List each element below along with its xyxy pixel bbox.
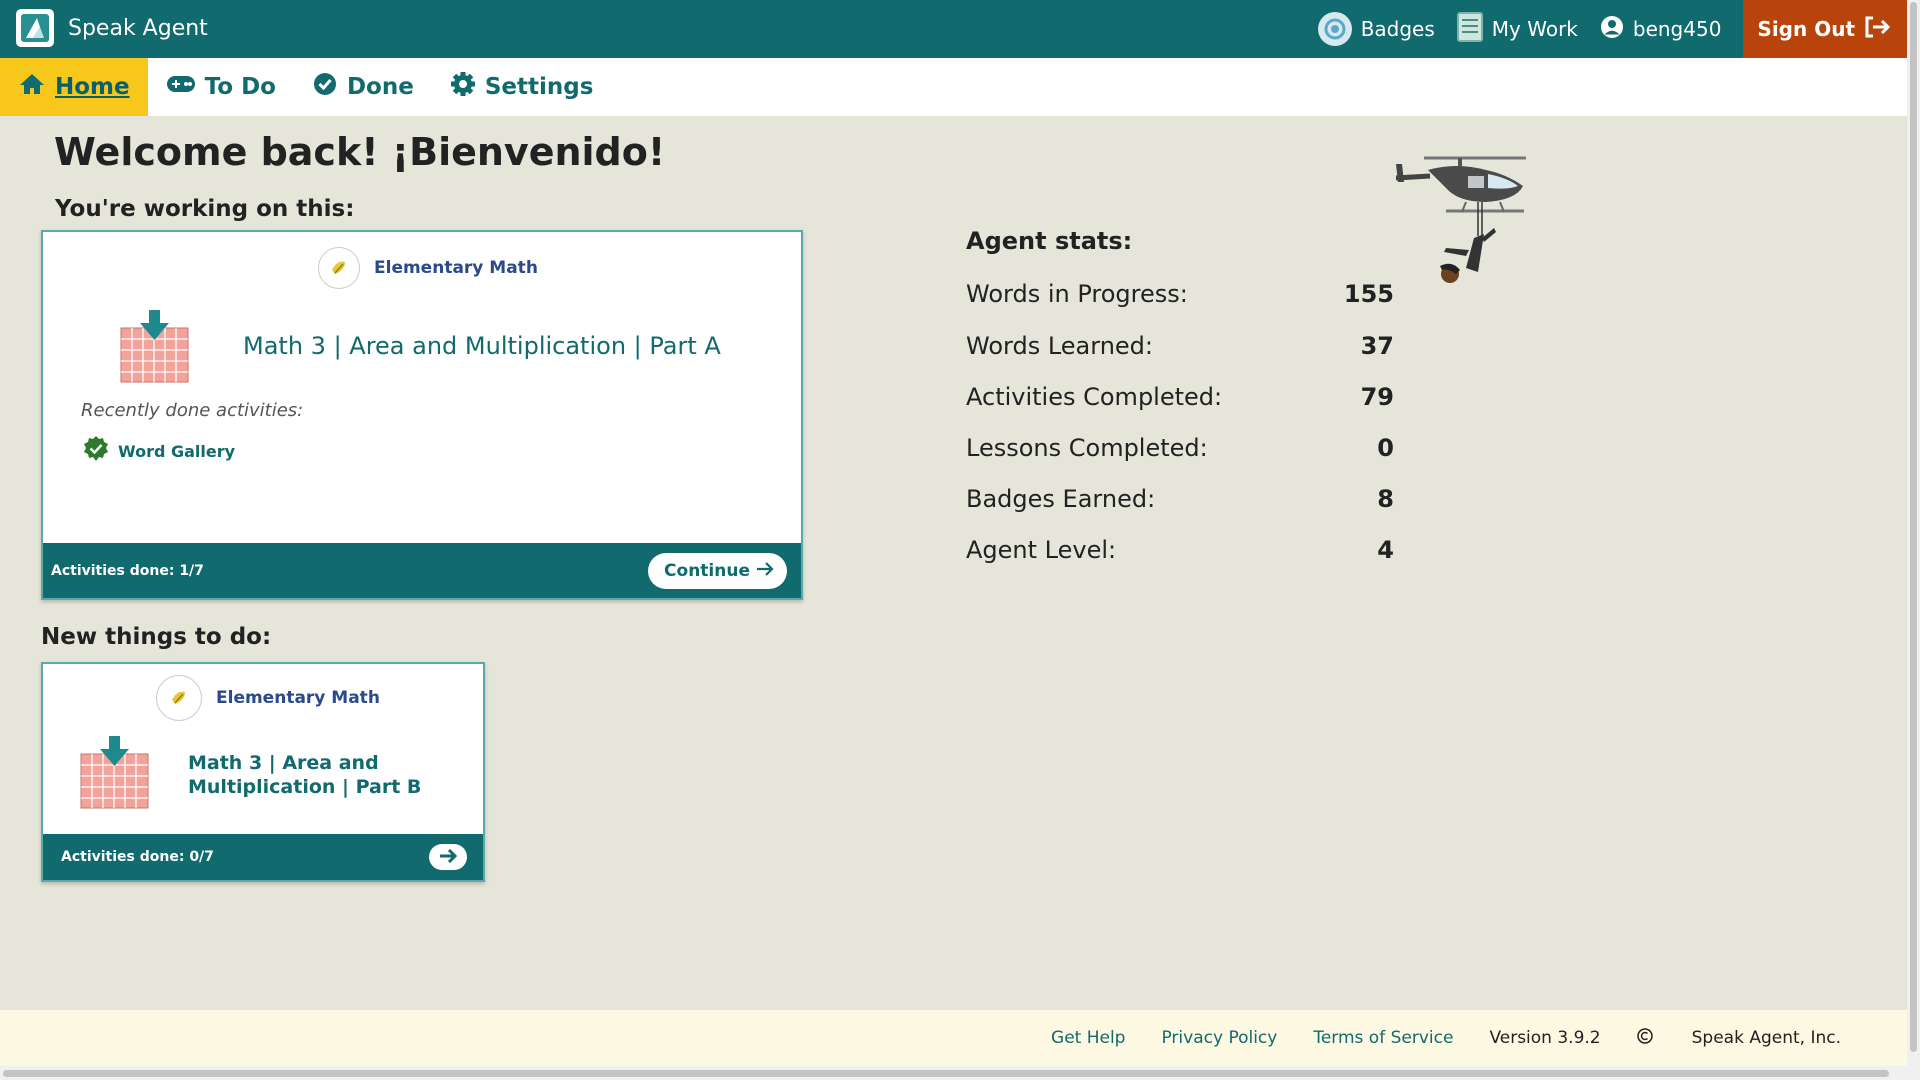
version-text: Version 3.9.2 <box>1489 1028 1601 1048</box>
horizontal-scrollbar[interactable] <box>0 1066 1920 1080</box>
math-subject-icon <box>156 675 202 721</box>
subject-header: Elementary Math <box>156 675 380 721</box>
stat-label: Badges Earned: <box>966 485 1156 513</box>
new-things-heading: New things to do: <box>41 624 272 650</box>
continue-button[interactable]: Continue <box>648 552 787 589</box>
stats-title: Agent stats: <box>966 227 1133 255</box>
nav-todo[interactable]: To Do <box>148 58 294 116</box>
stat-label: Activities Completed: <box>966 383 1223 411</box>
page-title: Welcome back! ¡Bienvenido! <box>54 130 666 174</box>
stat-row-badges-earned: Badges Earned: 8 <box>966 485 1394 513</box>
check-circle-icon <box>82 435 110 467</box>
copyright-icon <box>1636 1027 1653 1049</box>
sign-out-label: Sign Out <box>1757 17 1855 41</box>
main-nav: Home To Do Done Settings <box>0 58 1907 116</box>
subject-name: Elementary Math <box>216 688 380 708</box>
lesson-title-link[interactable]: Math 3 | Area and Multiplication | Part … <box>243 332 721 360</box>
stat-row-activities-completed: Activities Completed: 79 <box>966 383 1394 411</box>
badge-icon <box>1317 12 1352 46</box>
continue-label: Continue <box>664 560 750 581</box>
subject-header: Elementary Math <box>318 247 538 289</box>
privacy-policy-link[interactable]: Privacy Policy <box>1161 1028 1277 1048</box>
recent-activities-label: Recently done activities: <box>81 400 304 421</box>
lesson-title-line2: Multiplication | Part B <box>188 776 422 798</box>
stat-value: 4 <box>1377 536 1394 564</box>
nav-todo-label: To Do <box>204 74 276 100</box>
page-footer: Get Help Privacy Policy Terms of Service… <box>0 1010 1907 1066</box>
current-lesson-card: Elementary Math Math 3 | Area and Multip… <box>41 230 803 600</box>
check-badge-icon <box>312 71 338 103</box>
top-bar: Speak Agent Badges My Work beng450 Sign … <box>0 0 1907 58</box>
badges-link[interactable]: Badges <box>1317 12 1435 46</box>
stat-label: Words in Progress: <box>966 280 1188 308</box>
new-lesson-card[interactable]: Elementary Math Math 3 | Area and Multip… <box>41 662 485 882</box>
user-account-link[interactable]: beng450 <box>1600 15 1722 44</box>
arrow-right-icon <box>438 848 458 867</box>
activities-done: Activities done: 1/7 <box>51 562 204 579</box>
subject-name: Elementary Math <box>374 258 538 278</box>
lesson-title: Math 3 | Area and Multiplication | Part … <box>188 751 421 799</box>
vertical-scrollbar[interactable] <box>1907 0 1920 1066</box>
terms-of-service-link[interactable]: Terms of Service <box>1313 1028 1453 1048</box>
stat-row-lessons-completed: Lessons Completed: 0 <box>966 434 1394 462</box>
stat-label: Words Learned: <box>966 332 1153 360</box>
recent-activity-item[interactable]: Word Gallery <box>82 435 235 467</box>
stat-value: 8 <box>1377 485 1394 513</box>
working-on-heading: You're working on this: <box>55 196 355 222</box>
stat-row-words-in-progress: Words in Progress: 155 <box>966 280 1394 308</box>
stat-label: Agent Level: <box>966 536 1117 564</box>
nav-settings[interactable]: Settings <box>432 58 612 116</box>
start-lesson-button[interactable] <box>429 844 467 870</box>
nav-home[interactable]: Home <box>0 58 148 116</box>
stat-value: 79 <box>1360 383 1394 411</box>
copyright-text: Speak Agent, Inc. <box>1691 1028 1841 1048</box>
activities-done: Activities done: 0/7 <box>61 849 214 865</box>
brand[interactable]: Speak Agent <box>16 9 208 47</box>
stat-row-agent-level: Agent Level: 4 <box>966 536 1394 564</box>
nav-home-label: Home <box>55 74 130 100</box>
badges-label: Badges <box>1360 17 1435 41</box>
notebook-icon <box>1456 11 1483 47</box>
speak-agent-logo-icon <box>16 9 54 47</box>
lesson-grid-icon <box>80 736 150 814</box>
stat-value: 37 <box>1360 332 1394 360</box>
stat-label: Lessons Completed: <box>966 434 1208 462</box>
vertical-scrollbar-thumb[interactable] <box>1910 2 1917 1052</box>
gamepad-icon <box>166 74 196 100</box>
stat-value: 0 <box>1377 434 1394 462</box>
username: beng450 <box>1632 17 1722 41</box>
lesson-title-line1: Math 3 | Area and <box>188 752 379 774</box>
helicopter-agent-illustration <box>1395 152 1526 290</box>
home-icon <box>18 72 46 102</box>
stat-row-words-learned: Words Learned: 37 <box>966 332 1394 360</box>
my-work-label: My Work <box>1491 17 1578 41</box>
my-work-link[interactable]: My Work <box>1456 11 1578 47</box>
math-subject-icon <box>318 247 360 289</box>
sign-out-button[interactable]: Sign Out <box>1743 0 1907 58</box>
get-help-link[interactable]: Get Help <box>1051 1028 1125 1048</box>
nav-settings-label: Settings <box>484 74 594 100</box>
copyright: Speak Agent, Inc. <box>1636 1027 1877 1049</box>
stat-value: 155 <box>1343 280 1394 308</box>
user-icon <box>1600 15 1624 44</box>
lesson-grid-icon <box>120 310 190 388</box>
nav-done-label: Done <box>346 74 414 100</box>
sign-out-icon <box>1863 15 1891 44</box>
arrow-right-icon <box>756 561 774 581</box>
card-footer: Activities done: 1/7 Continue <box>43 543 801 598</box>
gear-icon <box>450 71 476 103</box>
brand-name: Speak Agent <box>68 15 208 41</box>
horizontal-scrollbar-thumb[interactable] <box>3 1070 1889 1077</box>
recent-activity-name: Word Gallery <box>118 441 236 461</box>
nav-done[interactable]: Done <box>294 58 432 116</box>
card-footer: Activities done: 0/7 <box>43 834 483 880</box>
